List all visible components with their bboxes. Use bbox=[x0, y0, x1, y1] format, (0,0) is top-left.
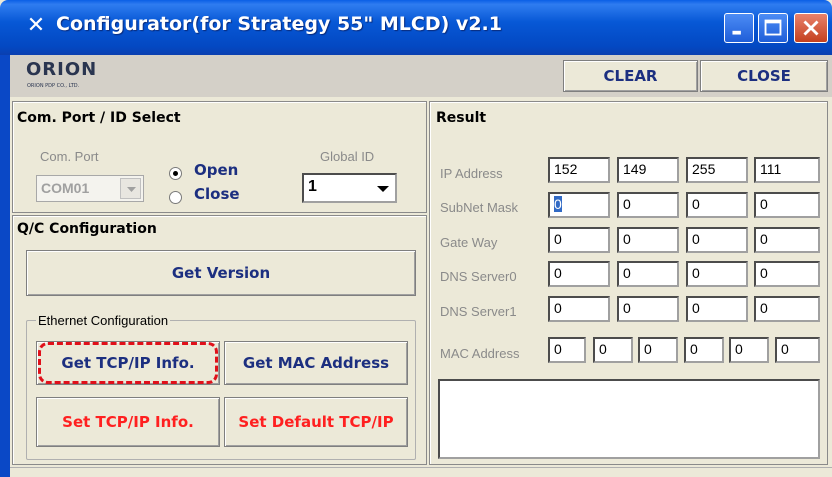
get-version-button[interactable]: Get Version bbox=[26, 250, 416, 296]
com-port-label: Com. Port bbox=[40, 149, 99, 164]
close-radio[interactable] bbox=[169, 191, 182, 204]
subnet-field-4[interactable]: 0 bbox=[754, 192, 820, 218]
ip-address-label: IP Address bbox=[440, 166, 503, 181]
window-close-button[interactable] bbox=[794, 13, 828, 43]
logo-subtitle: ORION PDP CO., LTD. bbox=[27, 83, 80, 89]
ip-field-1[interactable]: 152 bbox=[548, 157, 610, 183]
port-panel-title: Com. Port / ID Select bbox=[17, 110, 181, 126]
set-tcpip-button[interactable]: Set TCP/IP Info. bbox=[36, 397, 220, 447]
mac-field-6[interactable]: 0 bbox=[775, 337, 820, 363]
highlight-annotation bbox=[38, 342, 218, 384]
ip-field-3[interactable]: 255 bbox=[686, 157, 748, 183]
window-title: Configurator(for Strategy 55" MLCD) v2.1 bbox=[56, 13, 502, 35]
dns1-field-3[interactable]: 0 bbox=[686, 296, 748, 322]
dns-server1-label: DNS Server1 bbox=[440, 304, 517, 319]
dns1-field-2[interactable]: 0 bbox=[617, 296, 679, 322]
global-id-label: Global ID bbox=[320, 149, 375, 164]
subnet-field-2[interactable]: 0 bbox=[617, 192, 679, 218]
subnet-field-1[interactable]: 0 bbox=[548, 192, 610, 218]
mac-field-1[interactable]: 0 bbox=[548, 337, 586, 363]
dns0-field-4[interactable]: 0 bbox=[754, 261, 820, 287]
com-port-select[interactable]: COM01 bbox=[36, 175, 144, 202]
status-strip bbox=[10, 467, 832, 477]
selected-text: 0 bbox=[554, 196, 562, 212]
dns1-field-1[interactable]: 0 bbox=[548, 296, 610, 322]
dns-server0-label: DNS Server0 bbox=[440, 269, 517, 284]
close-icon bbox=[803, 20, 819, 36]
orion-logo: ORION bbox=[26, 59, 98, 80]
close-button[interactable]: CLOSE bbox=[700, 60, 828, 92]
maximize-icon bbox=[764, 19, 782, 36]
chevron-down-icon bbox=[127, 187, 136, 192]
gateway-label: Gate Way bbox=[440, 235, 498, 250]
mac-field-5[interactable]: 0 bbox=[729, 337, 769, 363]
mac-field-4[interactable]: 0 bbox=[684, 337, 724, 363]
dns1-field-4[interactable]: 0 bbox=[754, 296, 820, 322]
global-id-select[interactable]: 1 bbox=[302, 173, 397, 203]
ip-field-4[interactable]: 111 bbox=[754, 157, 820, 183]
com-port-dropdown-button[interactable] bbox=[120, 178, 141, 199]
mac-field-2[interactable]: 0 bbox=[593, 337, 633, 363]
qc-panel-title: Q/C Configuration bbox=[17, 221, 157, 237]
gateway-field-2[interactable]: 0 bbox=[617, 227, 679, 253]
mac-field-3[interactable]: 0 bbox=[638, 337, 678, 363]
open-radio-label[interactable]: Open bbox=[194, 161, 238, 179]
dns0-field-3[interactable]: 0 bbox=[686, 261, 748, 287]
global-id-dropdown-button[interactable] bbox=[372, 176, 394, 200]
subnet-field-3[interactable]: 0 bbox=[686, 192, 748, 218]
subnet-mask-label: SubNet Mask bbox=[440, 200, 519, 215]
global-id-value: 1 bbox=[308, 178, 317, 195]
window-left-border bbox=[0, 55, 10, 477]
radio-selected-dot bbox=[173, 171, 178, 176]
maximize-button[interactable] bbox=[758, 13, 788, 43]
gateway-field-3[interactable]: 0 bbox=[686, 227, 748, 253]
ip-field-2[interactable]: 149 bbox=[617, 157, 679, 183]
ethernet-group-label: Ethernet Configuration bbox=[36, 313, 171, 328]
gateway-field-4[interactable]: 0 bbox=[754, 227, 820, 253]
result-output-box[interactable] bbox=[438, 379, 820, 459]
result-panel-title: Result bbox=[436, 110, 487, 126]
minimize-button[interactable] bbox=[724, 13, 754, 43]
dns0-field-1[interactable]: 0 bbox=[548, 261, 610, 287]
set-default-tcpip-button[interactable]: Set Default TCP/IP bbox=[224, 397, 408, 447]
clear-button[interactable]: CLEAR bbox=[563, 60, 698, 92]
minimize-icon bbox=[732, 30, 741, 35]
chevron-down-icon bbox=[377, 186, 389, 192]
com-port-value: COM01 bbox=[41, 180, 90, 196]
tools-icon: ✕ bbox=[26, 13, 46, 38]
gateway-field-1[interactable]: 0 bbox=[548, 227, 610, 253]
dns0-field-2[interactable]: 0 bbox=[617, 261, 679, 287]
open-radio[interactable] bbox=[169, 167, 182, 180]
close-radio-label[interactable]: Close bbox=[194, 185, 240, 203]
mac-address-label: MAC Address bbox=[440, 346, 520, 361]
get-mac-button[interactable]: Get MAC Address bbox=[224, 341, 408, 385]
